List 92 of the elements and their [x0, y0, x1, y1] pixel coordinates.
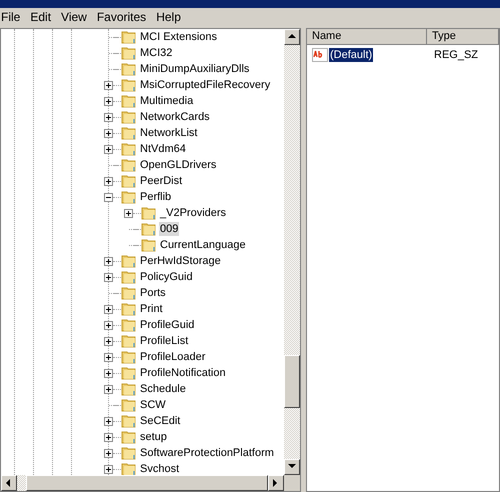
- folder-icon: [121, 61, 137, 77]
- scrollbar-thumb[interactable]: [284, 355, 300, 408]
- folder-icon: [121, 253, 137, 269]
- menu-item[interactable]: File: [0, 8, 26, 26]
- tree-item[interactable]: setup: [139, 430, 168, 444]
- column-header[interactable]: Type: [427, 29, 499, 45]
- expand-icon[interactable]: [104, 432, 113, 442]
- folder-icon: [121, 173, 137, 189]
- tree-item[interactable]: Ports: [139, 286, 167, 300]
- collapse-icon[interactable]: [104, 192, 113, 202]
- scroll-up-button[interactable]: [284, 29, 300, 45]
- expand-icon[interactable]: [104, 448, 113, 458]
- menu-item[interactable]: Help: [151, 8, 186, 26]
- menu-item[interactable]: Favorites: [92, 8, 152, 26]
- folder-icon: [121, 397, 137, 413]
- expand-icon[interactable]: [104, 320, 113, 330]
- folder-icon: [121, 413, 137, 429]
- folder-icon: [121, 93, 137, 109]
- folder-icon: [121, 189, 137, 205]
- tree-item[interactable]: NetworkCards: [139, 110, 211, 124]
- tree-item[interactable]: MCI Extensions: [139, 30, 218, 44]
- tree-item[interactable]: SCW: [139, 398, 167, 412]
- tree-item[interactable]: NtVdm64: [139, 142, 187, 156]
- tree-item[interactable]: PolicyGuid: [139, 270, 194, 284]
- folder-icon: [121, 349, 137, 365]
- folder-icon: [121, 461, 137, 475]
- tree-item[interactable]: ProfileGuid: [139, 318, 196, 332]
- menu-item[interactable]: View: [56, 8, 92, 26]
- tree-item[interactable]: Perflib: [139, 190, 172, 204]
- folder-icon: [121, 381, 137, 397]
- menu-item[interactable]: Edit: [25, 8, 56, 26]
- expand-icon[interactable]: [104, 336, 113, 346]
- folder-icon: [121, 365, 137, 381]
- folder-icon: [141, 237, 157, 253]
- expand-icon[interactable]: [104, 368, 113, 378]
- tree-item[interactable]: OpenGLDrivers: [139, 158, 218, 172]
- tree-item[interactable]: PeerDist: [139, 174, 184, 188]
- expand-icon[interactable]: [104, 256, 113, 266]
- folder-icon: [121, 269, 137, 285]
- tree-item[interactable]: SeCEdit: [139, 414, 182, 428]
- scroll-right-button[interactable]: [268, 475, 284, 491]
- folder-icon: [121, 157, 137, 173]
- expand-icon[interactable]: [104, 128, 113, 138]
- scroll-down-button[interactable]: [284, 459, 300, 475]
- folder-icon: [121, 429, 137, 445]
- folder-icon: [121, 333, 137, 349]
- expand-icon[interactable]: [104, 416, 113, 426]
- tree-item[interactable]: CurrentLanguage: [159, 238, 247, 252]
- expand-icon[interactable]: [104, 384, 113, 394]
- folder-icon: [141, 221, 157, 237]
- tree-item[interactable]: ProfileLoader: [139, 350, 206, 364]
- tree-item[interactable]: ProfileList: [139, 334, 190, 348]
- expand-icon[interactable]: [104, 304, 113, 314]
- expand-icon[interactable]: [104, 176, 113, 186]
- scroll-left-button[interactable]: [1, 475, 17, 491]
- folder-icon: [121, 77, 137, 93]
- folder-icon: [121, 301, 137, 317]
- tree-item[interactable]: SoftwareProtectionPlatform: [139, 446, 275, 460]
- expand-icon[interactable]: [104, 96, 113, 106]
- expand-icon[interactable]: [104, 272, 113, 282]
- tree-item[interactable]: ProfileNotification: [139, 366, 227, 380]
- folder-icon: [121, 109, 137, 125]
- folder-icon: [121, 125, 137, 141]
- tree-item[interactable]: Multimedia: [139, 94, 194, 108]
- tree-item[interactable]: MCI32: [139, 46, 174, 60]
- tree-item[interactable]: _V2Providers: [159, 206, 228, 220]
- expand-icon[interactable]: [104, 352, 113, 362]
- tree-item[interactable]: PerHwIdStorage: [139, 254, 222, 268]
- value-name[interactable]: (Default): [329, 48, 374, 62]
- folder-icon: [121, 285, 137, 301]
- expand-icon[interactable]: [124, 208, 133, 218]
- folder-icon: [121, 29, 137, 45]
- tree-item[interactable]: MiniDumpAuxiliaryDlls: [139, 62, 250, 76]
- tree-item[interactable]: 009: [159, 222, 180, 236]
- scrollbar-thumb[interactable]: [26, 475, 268, 491]
- tree-item[interactable]: MsiCorruptedFileRecovery: [139, 78, 272, 92]
- tree-item[interactable]: Print: [139, 302, 164, 316]
- value-type: REG_SZ: [433, 48, 478, 63]
- folder-icon: [121, 141, 137, 157]
- string-value-icon: [312, 48, 328, 62]
- expand-icon[interactable]: [104, 112, 113, 122]
- column-header[interactable]: Name: [307, 29, 427, 45]
- tree-item[interactable]: NetworkList: [139, 126, 198, 140]
- folder-icon: [121, 45, 137, 61]
- expand-icon[interactable]: [104, 80, 113, 90]
- folder-icon: [141, 205, 157, 221]
- expand-icon[interactable]: [104, 464, 113, 474]
- folder-icon: [121, 445, 137, 461]
- tree-item[interactable]: Schedule: [139, 382, 187, 396]
- tree-item[interactable]: Svchost: [139, 462, 180, 475]
- folder-icon: [121, 317, 137, 333]
- expand-icon[interactable]: [104, 144, 113, 154]
